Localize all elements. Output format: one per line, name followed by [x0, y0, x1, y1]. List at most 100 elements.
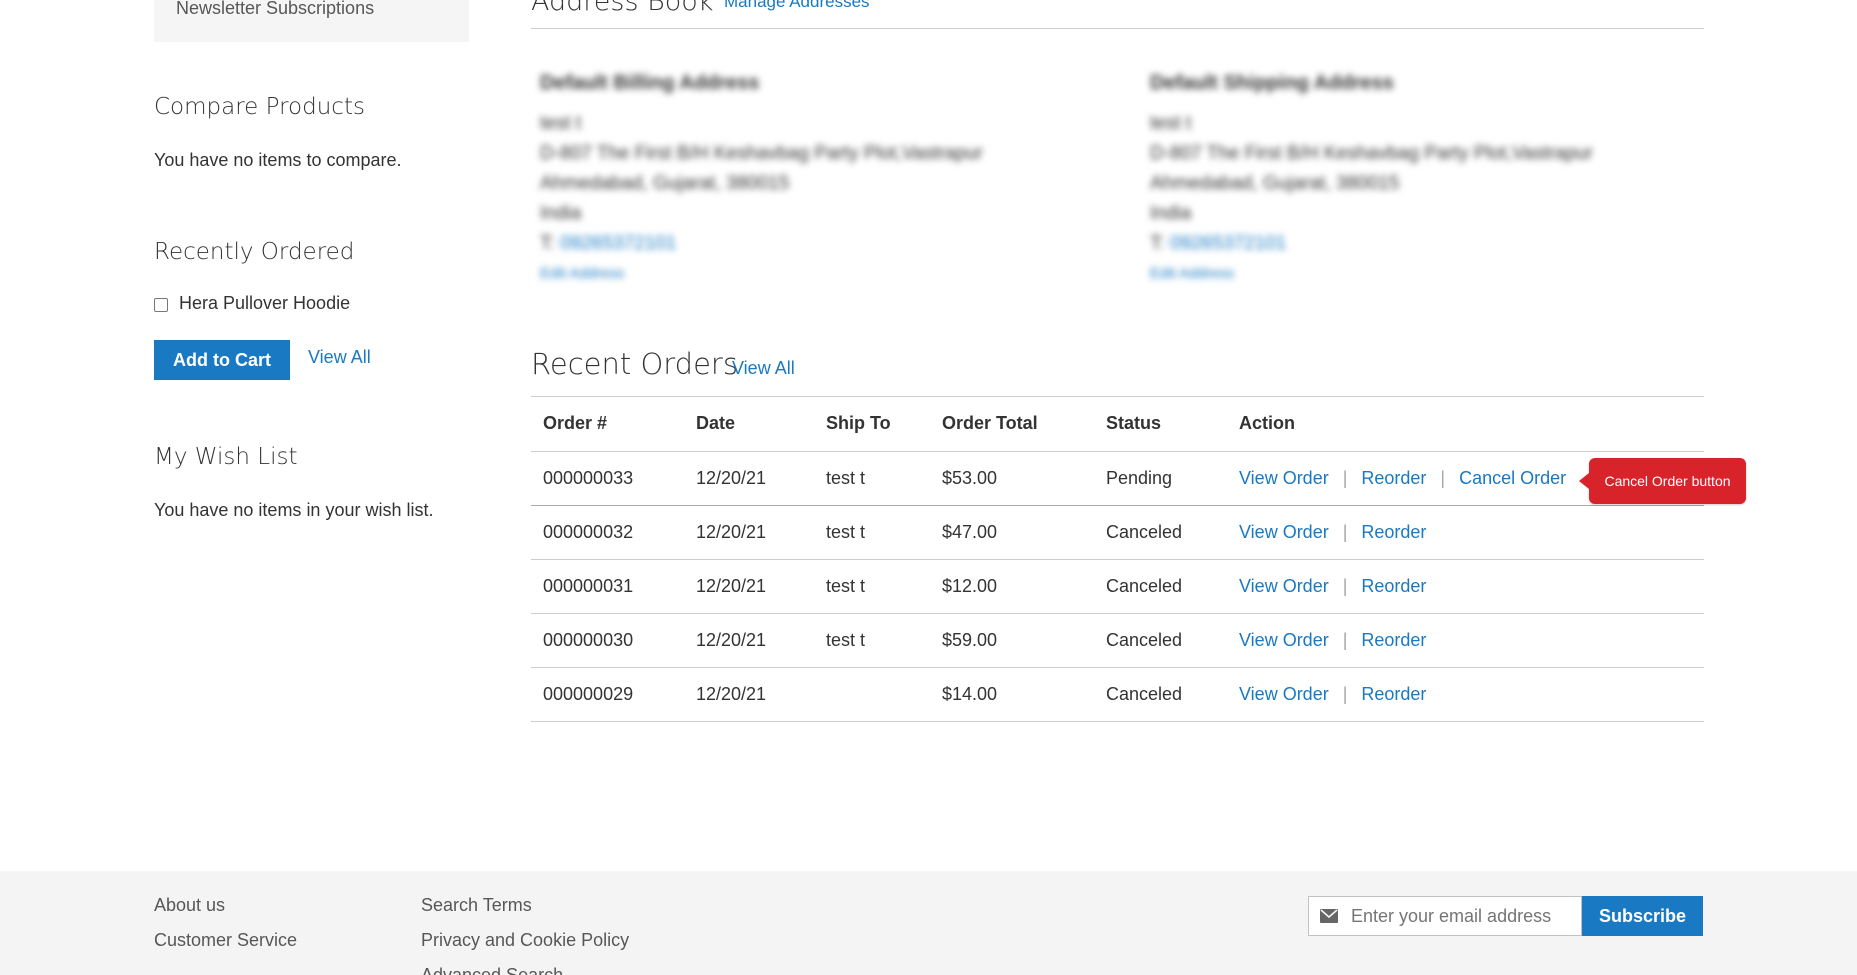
table-row: 000000031 12/20/21 test t $12.00 Cancele…	[531, 559, 1704, 614]
footer-link-search-terms[interactable]: Search Terms	[421, 895, 532, 916]
action-separator: |	[1342, 683, 1348, 704]
table-header-row: Order # Date Ship To Order Total Status …	[531, 397, 1704, 452]
action-separator: |	[1342, 629, 1348, 650]
table-row: 000000032 12/20/21 test t $47.00 Cancele…	[531, 505, 1704, 560]
billing-name: test t	[540, 113, 582, 134]
compare-empty-text: You have no items to compare.	[154, 150, 402, 170]
recently-ordered-view-all-link[interactable]: View All	[308, 347, 371, 368]
view-order-link[interactable]: View Order	[1239, 630, 1329, 650]
action-separator: |	[1342, 575, 1348, 596]
billing-country: India	[540, 203, 582, 224]
newsletter-email-input[interactable]	[1351, 897, 1577, 935]
shipping-name: test t	[1150, 113, 1192, 134]
order-ship-to: test t	[814, 451, 930, 506]
order-ship-to: test t	[814, 559, 930, 614]
billing-city: Ahmedabad, Gujarat, 380015	[540, 173, 790, 194]
order-actions: View Order | Reorder	[1227, 559, 1704, 614]
recent-orders-table: Order # Date Ship To Order Total Status …	[531, 397, 1704, 722]
action-separator: |	[1342, 467, 1348, 488]
cancel-order-link[interactable]: Cancel Order	[1459, 468, 1566, 488]
recently-ordered-checkbox[interactable]	[154, 298, 168, 312]
order-ship-to	[814, 667, 930, 722]
order-total: $59.00	[930, 613, 1094, 668]
recently-ordered-title: Recently Ordered	[154, 239, 355, 265]
reorder-link[interactable]: Reorder	[1361, 522, 1426, 542]
newsletter-field	[1308, 896, 1582, 936]
shipping-street: D-807 The First B/H Keshavbag Party Plot…	[1150, 143, 1593, 164]
action-separator: |	[1342, 521, 1348, 542]
order-number: 000000032	[531, 505, 684, 560]
address-book-title: Address Book	[531, 0, 714, 17]
order-status: Canceled	[1094, 559, 1227, 614]
header-status: Status	[1094, 397, 1227, 452]
recent-orders-view-all-link[interactable]: View All	[732, 358, 795, 379]
order-date: 12/20/21	[684, 505, 814, 560]
manage-addresses-link[interactable]: Manage Addresses	[724, 0, 870, 12]
shipping-city: Ahmedabad, Gujarat, 380015	[1150, 173, 1400, 194]
shipping-edit-link[interactable]: Edit Address	[1150, 265, 1650, 282]
order-date: 12/20/21	[684, 559, 814, 614]
add-to-cart-button[interactable]: Add to Cart	[154, 340, 290, 380]
order-number: 000000031	[531, 559, 684, 614]
footer-link-privacy-policy[interactable]: Privacy and Cookie Policy	[421, 930, 629, 951]
address-book-divider	[531, 28, 1704, 29]
order-ship-to: test t	[814, 613, 930, 668]
header-order-number: Order #	[531, 397, 684, 452]
nav-item-newsletter[interactable]: Newsletter Subscriptions	[176, 0, 374, 19]
billing-street: D-807 The First B/H Keshavbag Party Plot…	[540, 143, 983, 164]
wishlist-empty-text: You have no items in your wish list.	[154, 500, 434, 520]
recent-orders-title: Recent Orders	[531, 347, 738, 381]
action-separator: |	[1440, 467, 1446, 488]
order-date: 12/20/21	[684, 451, 814, 506]
order-total: $53.00	[930, 451, 1094, 506]
view-order-link[interactable]: View Order	[1239, 468, 1329, 488]
order-status: Canceled	[1094, 667, 1227, 722]
billing-phone-link[interactable]: 09265372101	[560, 233, 676, 254]
shipping-phone: T: 09265372101	[1150, 229, 1650, 259]
page-footer: About us Customer Service Search Terms P…	[0, 871, 1857, 975]
billing-phone: T: 09265372101	[540, 229, 1040, 259]
view-order-link[interactable]: View Order	[1239, 522, 1329, 542]
default-shipping-address: Default Shipping Address test t D-807 Th…	[1150, 72, 1650, 282]
cancel-order-tooltip: Cancel Order button	[1579, 458, 1746, 504]
billing-title: Default Billing Address	[540, 72, 760, 94]
order-number: 000000030	[531, 613, 684, 668]
order-status: Canceled	[1094, 505, 1227, 560]
order-actions: View Order | Reorder	[1227, 505, 1704, 560]
shipping-phone-link[interactable]: 09265372101	[1170, 233, 1286, 254]
reorder-link[interactable]: Reorder	[1361, 684, 1426, 704]
order-date: 12/20/21	[684, 613, 814, 668]
shipping-country: India	[1150, 203, 1192, 224]
order-date: 12/20/21	[684, 667, 814, 722]
header-action: Action	[1227, 397, 1704, 452]
subscribe-button[interactable]: Subscribe	[1582, 896, 1703, 936]
table-row: 000000029 12/20/21 $14.00 Canceled View …	[531, 667, 1704, 722]
reorder-link[interactable]: Reorder	[1361, 630, 1426, 650]
compare-title: Compare Products	[154, 94, 365, 120]
reorder-link[interactable]: Reorder	[1361, 576, 1426, 596]
order-number: 000000029	[531, 667, 684, 722]
order-actions: View Order | Reorder	[1227, 613, 1704, 668]
view-order-link[interactable]: View Order	[1239, 576, 1329, 596]
header-ship-to: Ship To	[814, 397, 930, 452]
reorder-link[interactable]: Reorder	[1361, 468, 1426, 488]
shipping-title: Default Shipping Address	[1150, 72, 1394, 94]
view-order-link[interactable]: View Order	[1239, 684, 1329, 704]
envelope-icon	[1320, 909, 1338, 923]
footer-link-about-us[interactable]: About us	[154, 895, 225, 916]
table-row: 000000033 12/20/21 test t $53.00 Pending…	[531, 451, 1704, 506]
order-total: $47.00	[930, 505, 1094, 560]
footer-link-advanced-search[interactable]: Advanced Search	[421, 965, 563, 975]
order-status: Canceled	[1094, 613, 1227, 668]
order-ship-to: test t	[814, 505, 930, 560]
billing-edit-link[interactable]: Edit Address	[540, 265, 1040, 282]
table-row: 000000030 12/20/21 test t $59.00 Cancele…	[531, 613, 1704, 668]
billing-phone-prefix: T:	[540, 233, 555, 254]
order-actions: View Order | Reorder	[1227, 667, 1704, 722]
order-total: $12.00	[930, 559, 1094, 614]
order-number: 000000033	[531, 451, 684, 506]
account-nav-tail: Newsletter Subscriptions	[154, 0, 469, 42]
footer-link-customer-service[interactable]: Customer Service	[154, 930, 297, 951]
shipping-phone-prefix: T:	[1150, 233, 1165, 254]
recently-ordered-item-name: Hera Pullover Hoodie	[179, 293, 351, 313]
